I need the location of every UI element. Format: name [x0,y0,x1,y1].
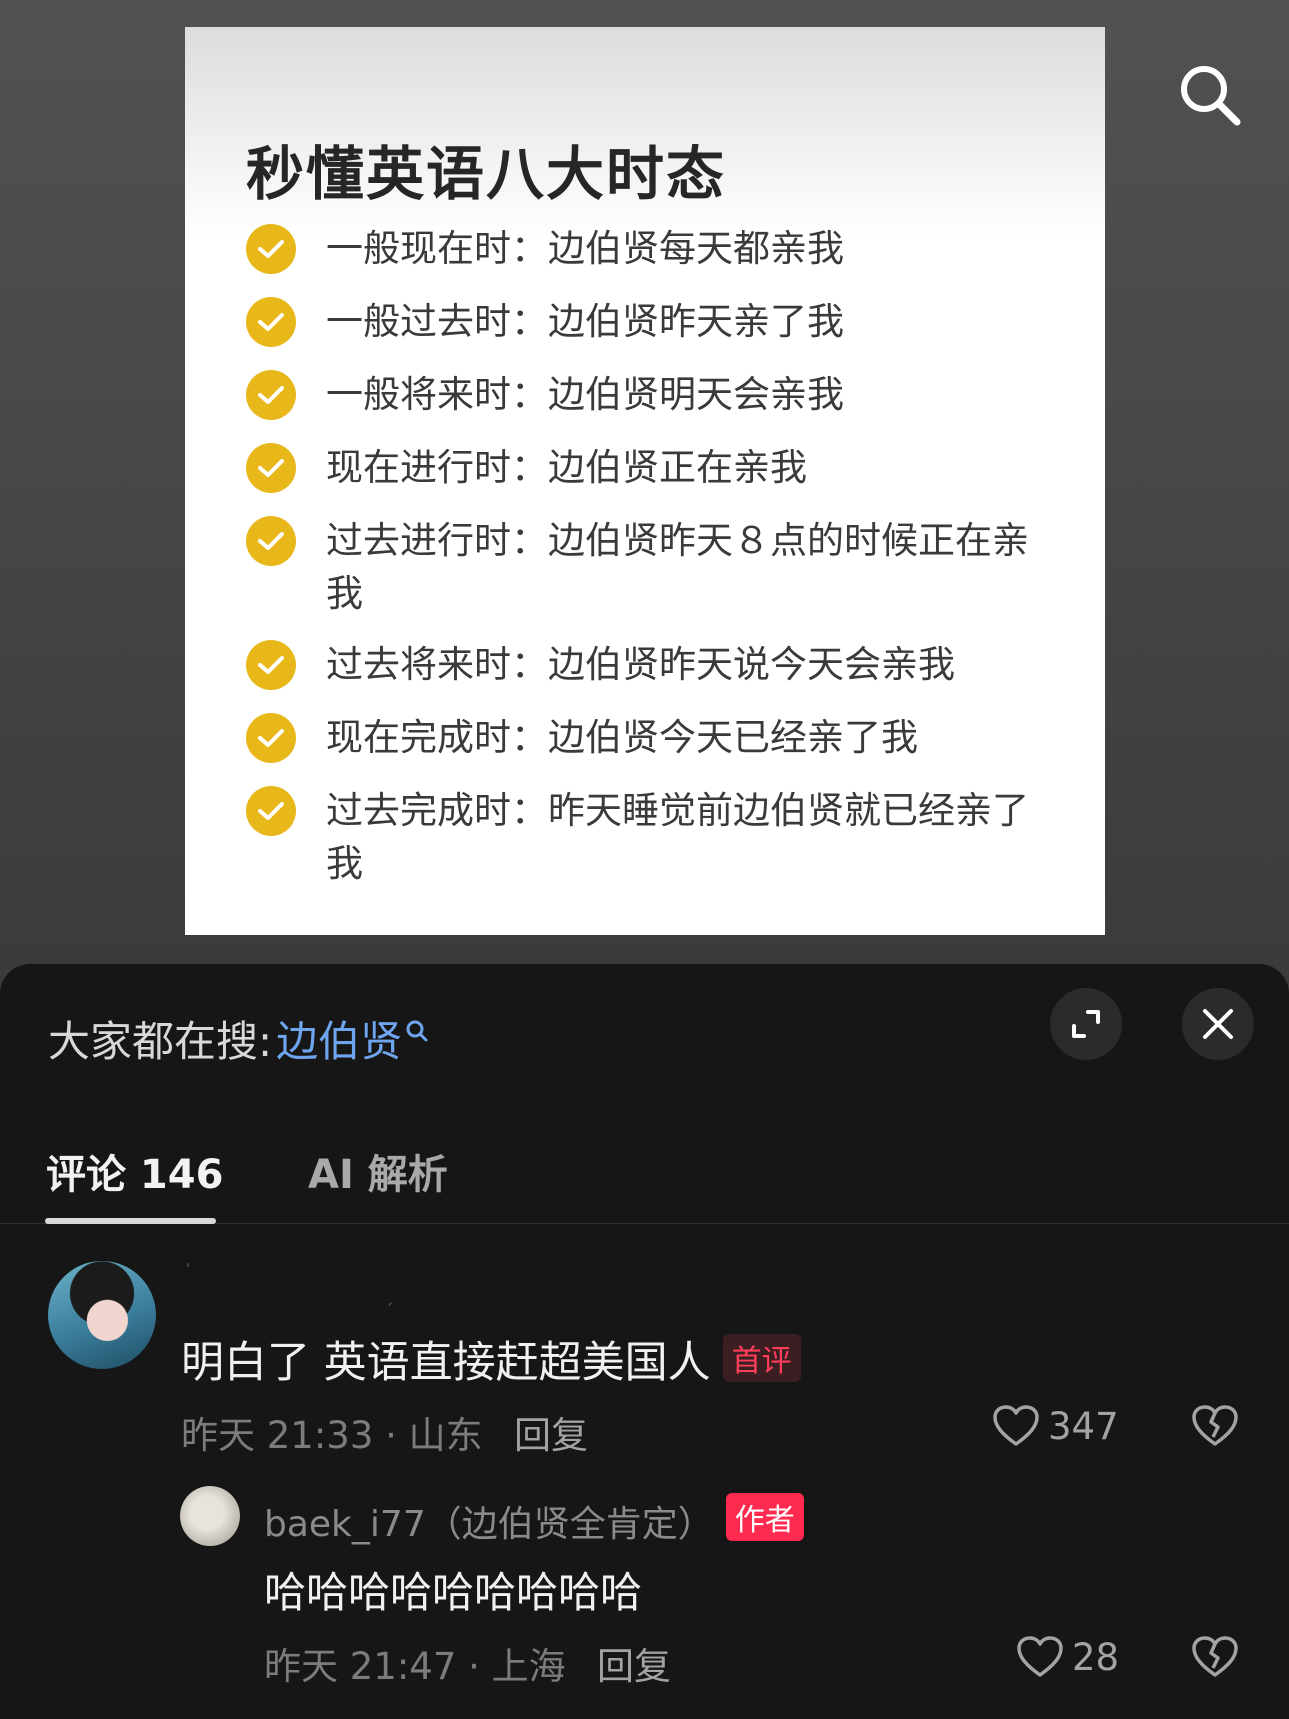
tense-line: 过去完成时：昨天睡觉前边伯贤就已经亲了我 [326,784,1036,890]
check-circle-icon [246,786,296,836]
tense-example: 边伯贤昨天亲了我 [548,300,844,343]
tense-line: 过去进行时：边伯贤昨天８点的时候正在亲我 [326,514,1036,620]
comment-body: 明白了 英语直接赶超美国人 [181,1338,711,1388]
close-button[interactable] [1182,988,1254,1060]
search-small-icon [406,1020,428,1041]
tense-example: 边伯贤每天都亲我 [548,227,844,270]
close-icon [1203,1009,1233,1039]
active-tab-indicator [45,1218,216,1224]
post-title: 秒懂英语八大时态 [246,140,727,208]
check-circle-icon [246,370,296,420]
like-count: 28 [1072,1635,1120,1679]
tense-line: 现在进行时：边伯贤正在亲我 [326,441,807,494]
tense-line: 一般现在时：边伯贤每天都亲我 [326,222,844,275]
reply-text: 哈哈哈哈哈哈哈哈哈 [264,1568,643,1617]
first-comment-badge: 首评 [722,1334,801,1382]
tense-item: 过去完成时：昨天睡觉前边伯贤就已经亲了我 [246,784,1036,890]
broken-heart-icon [1192,1636,1238,1677]
tense-line: 过去将来时：边伯贤昨天说今天会亲我 [326,638,955,691]
tense-example: 边伯贤正在亲我 [548,446,807,489]
tense-line: 现在完成时：边伯贤今天已经亲了我 [326,711,918,764]
tense-item: 一般过去时：边伯贤昨天亲了我 [246,295,1036,348]
hot-search-keyword[interactable]: 边伯贤 [276,1008,402,1069]
tense-line: 一般将来时：边伯贤明天会亲我 [326,368,844,421]
tab-bar: 评论 146 AI 解析 [0,1142,1289,1224]
tense-name: 一般过去时： [326,300,548,343]
check-circle-icon [246,516,296,566]
post-viewer: 秒懂英语八大时态 一般现在时：边伯贤每天都亲我 一般过去时：边伯贤昨天亲了我 一… [0,0,1289,1000]
reply-button[interactable]: 回复 [514,1405,588,1459]
heart-icon [1017,1636,1063,1677]
tense-name: 一般将来时： [326,373,548,416]
tense-example: 边伯贤今天已经亲了我 [548,716,918,759]
tab-comments[interactable]: 评论 146 [46,1142,223,1200]
reply-meta: 昨天 21:47 · 上海 [264,1645,566,1688]
expand-button[interactable] [1050,988,1122,1060]
check-circle-icon [246,640,296,690]
check-circle-icon [246,297,296,347]
tab-ai-analysis[interactable]: AI 解析 [308,1142,448,1200]
tense-item: 一般现在时：边伯贤每天都亲我 [246,222,1036,275]
avatar[interactable] [48,1261,156,1369]
username-placeholder: ˏ [386,1290,393,1306]
reply-button[interactable]: 回复 [597,1636,671,1690]
like-button[interactable]: 347 [992,1404,1119,1448]
tense-name: 一般现在时： [326,227,548,270]
username-placeholder: ˈ [186,1262,190,1278]
comment-meta: 昨天 21:33 · 山东 [181,1414,483,1457]
reply-username[interactable]: baek_i77（边伯贤全肯定） [264,1504,714,1545]
tense-name: 过去进行时： [326,519,548,562]
tense-name: 过去完成时： [326,789,548,832]
dislike-button[interactable] [1191,1635,1239,1683]
tense-item: 过去进行时：边伯贤昨天８点的时候正在亲我 [246,514,1036,620]
like-button[interactable]: 28 [1016,1635,1119,1679]
tense-example: 边伯贤昨天说今天会亲我 [548,643,955,686]
post-image-card: 秒懂英语八大时态 一般现在时：边伯贤每天都亲我 一般过去时：边伯贤昨天亲了我 一… [185,27,1105,935]
tense-item: 现在完成时：边伯贤今天已经亲了我 [246,711,1036,764]
check-circle-icon [246,713,296,763]
heart-icon [993,1405,1039,1446]
like-count: 347 [1048,1404,1119,1448]
tense-item: 过去将来时：边伯贤昨天说今天会亲我 [246,638,1036,691]
tense-name: 现在进行时： [326,446,548,489]
hot-search-bar: 大家都在搜: 边伯贤 [48,1008,429,1069]
check-circle-icon [246,224,296,274]
search-button[interactable] [1170,55,1250,135]
check-circle-icon [246,443,296,493]
dislike-button[interactable] [1191,1404,1239,1452]
tense-item: 一般将来时：边伯贤明天会亲我 [246,368,1036,421]
author-badge: 作者 [725,1493,804,1541]
tense-name: 过去将来时： [326,643,548,686]
reply-avatar[interactable] [180,1486,240,1546]
broken-heart-icon [1192,1405,1238,1446]
search-icon [1181,66,1241,126]
tense-line: 一般过去时：边伯贤昨天亲了我 [326,295,844,348]
reply-username-line: baek_i77（边伯贤全肯定） 作者 [264,1493,804,1547]
tense-name: 现在完成时： [326,716,548,759]
tense-item: 现在进行时：边伯贤正在亲我 [246,441,1036,494]
tense-example: 边伯贤明天会亲我 [548,373,844,416]
expand-icon [1072,1010,1100,1038]
comment-text: 明白了 英语直接赶超美国人 首评 [181,1328,801,1390]
hot-search-label: 大家都在搜: [48,1017,273,1066]
